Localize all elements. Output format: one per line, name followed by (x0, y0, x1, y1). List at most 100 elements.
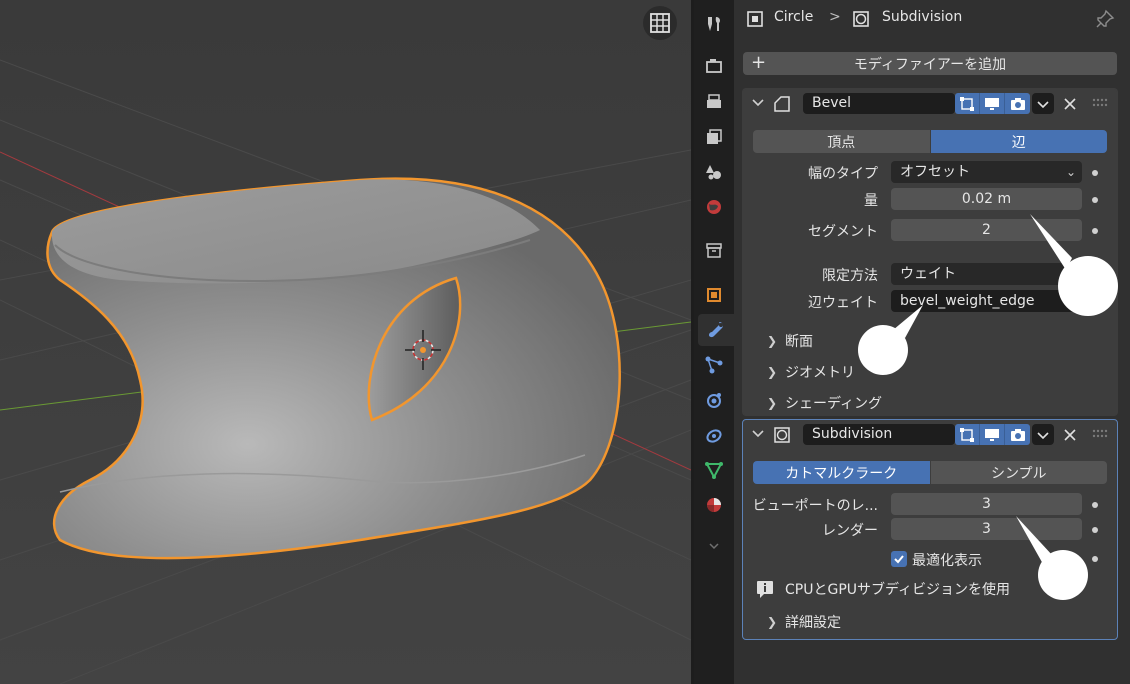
physics-tab[interactable] (698, 384, 730, 416)
edit-mode-toggle[interactable] (955, 93, 980, 114)
remove-bevel-button[interactable] (1060, 93, 1080, 114)
pin-icon[interactable] (1095, 9, 1115, 29)
camera-icon (1010, 97, 1025, 110)
bevel-modifier-panel: Bevel 頂点 辺 幅のタイプ オフセット ⌄ 量 0.02 m セグメント … (742, 88, 1118, 416)
particles-tab[interactable] (698, 349, 730, 381)
scene-tab[interactable] (698, 156, 730, 188)
optimal-display-checkbox[interactable] (891, 551, 907, 567)
keyframe-dot[interactable] (1092, 197, 1098, 203)
info-icon (757, 581, 773, 598)
particles-icon (705, 356, 723, 374)
chevron-right-icon: ❯ (767, 334, 778, 348)
material-tab[interactable] (698, 489, 730, 521)
constraints-tab[interactable] (698, 419, 730, 451)
viewport-levels-field[interactable]: 3 (891, 493, 1082, 515)
edit-mode-toggle[interactable] (955, 424, 980, 445)
collection-tab[interactable] (698, 234, 730, 266)
bevel-affect-toggle: 頂点 辺 (753, 130, 1107, 153)
keyframe-dot[interactable] (1092, 527, 1098, 533)
width-type-select[interactable]: オフセット ⌄ (891, 161, 1082, 183)
edge-weight-label: 辺ウェイト (808, 295, 878, 311)
object-icon (707, 288, 721, 302)
subdivision-header: Subdivision (743, 420, 1117, 448)
keyframe-dot[interactable] (1092, 228, 1098, 234)
object-tab[interactable] (698, 279, 730, 311)
edit-mode-icon (960, 96, 974, 111)
render-levels-field[interactable]: 3 (891, 518, 1082, 540)
world-tab[interactable] (698, 191, 730, 223)
view-layer-tab[interactable] (698, 121, 730, 153)
checkmark-icon (894, 555, 904, 564)
modifier-tab[interactable] (698, 314, 734, 346)
catmull-clark-tab[interactable]: カトマルクラーク (753, 461, 930, 484)
bevel-header: Bevel (743, 89, 1117, 117)
profile-subpanel[interactable]: ❯ 断面 (767, 331, 813, 351)
limit-method-value: ウェイト (900, 266, 956, 282)
remove-subdivision-button[interactable] (1060, 424, 1080, 445)
render-toggle[interactable] (1005, 424, 1030, 445)
advanced-subpanel[interactable]: ❯ 詳細設定 (767, 612, 841, 632)
expand-tabs-button[interactable] (698, 530, 730, 562)
width-type-value: オフセット (900, 164, 970, 180)
bevel-options-dropdown[interactable] (1032, 93, 1054, 114)
view-layer-icon (707, 129, 722, 144)
advanced-label: 詳細設定 (785, 615, 841, 631)
breadcrumb: Circle > Subdivision (734, 0, 1130, 38)
segments-label: セグメント (808, 224, 878, 240)
close-icon (1064, 428, 1076, 441)
render-levels-label: レンダー (822, 523, 878, 539)
add-modifier-label: モディファイアーを追加 (853, 56, 1007, 73)
breadcrumb-separator: > (829, 9, 841, 25)
subdivision-options-dropdown[interactable] (1032, 424, 1054, 445)
geometry-subpanel[interactable]: ❯ ジオメトリ (767, 362, 855, 382)
render-toggle[interactable] (1005, 93, 1030, 114)
subdivision-modifier-icon (774, 427, 790, 443)
realtime-toggle[interactable] (980, 424, 1005, 445)
drag-handle-icon[interactable] (1092, 97, 1108, 109)
data-icon (705, 462, 723, 480)
simple-tab[interactable]: シンプル (929, 461, 1107, 484)
add-modifier-button[interactable]: + モディファイアーを追加 (743, 52, 1117, 75)
drag-handle-icon[interactable] (1092, 428, 1108, 440)
chevron-down-icon (1037, 100, 1049, 108)
monitor-icon (985, 97, 999, 110)
chevron-down-icon[interactable] (751, 426, 765, 440)
optimal-display-label: 最適化表示 (912, 553, 982, 569)
affect-vertices-tab[interactable]: 頂点 (753, 130, 930, 153)
tool-icon (708, 17, 720, 31)
bevel-visibility-toggles (955, 93, 1030, 114)
bevel-name-field[interactable]: Bevel (803, 93, 955, 114)
render-tab[interactable] (698, 50, 730, 82)
chevron-down-icon: ⌄ (1065, 165, 1076, 179)
keyframe-dot[interactable] (1092, 556, 1098, 562)
subdivision-name-field[interactable]: Subdivision (803, 424, 955, 445)
tool-tab[interactable] (698, 8, 730, 40)
amount-field[interactable]: 0.02 m (891, 188, 1082, 210)
edge-weight-field[interactable]: bevel_weight_edge (891, 290, 1082, 312)
properties-panel: Circle > Subdivision + モディファイアーを追加 Bevel (734, 0, 1130, 684)
world-icon (707, 200, 721, 214)
camera-icon (1010, 428, 1025, 441)
limit-method-label: 限定方法 (822, 268, 878, 284)
shading-subpanel[interactable]: ❯ シェーディング (767, 393, 882, 413)
segments-field[interactable]: 2 (891, 219, 1082, 241)
bevel-modifier-icon (774, 96, 790, 112)
physics-icon (707, 393, 721, 408)
toggle-grid-button[interactable] (643, 6, 677, 40)
subdivision-visibility-toggles (955, 424, 1030, 445)
output-tab[interactable] (698, 86, 730, 118)
chevron-down-icon[interactable] (751, 95, 765, 109)
chevron-right-icon: ❯ (767, 365, 778, 379)
3d-viewport[interactable] (0, 0, 691, 684)
data-tab[interactable] (698, 454, 730, 486)
affect-edges-tab[interactable]: 辺 (929, 130, 1107, 153)
realtime-toggle[interactable] (980, 93, 1005, 114)
keyframe-dot[interactable] (1092, 170, 1098, 176)
chevron-down-icon (1037, 431, 1049, 439)
chevron-right-icon: ❯ (767, 396, 778, 410)
keyframe-dot[interactable] (1092, 502, 1098, 508)
constraints-icon (706, 429, 722, 443)
subdivision-modifier-panel: Subdivision カトマルクラーク シンプル ビューポートのレ... 3 … (742, 419, 1118, 640)
limit-method-select[interactable]: ウェイト (891, 263, 1082, 285)
geometry-label: ジオメトリ (785, 365, 855, 381)
